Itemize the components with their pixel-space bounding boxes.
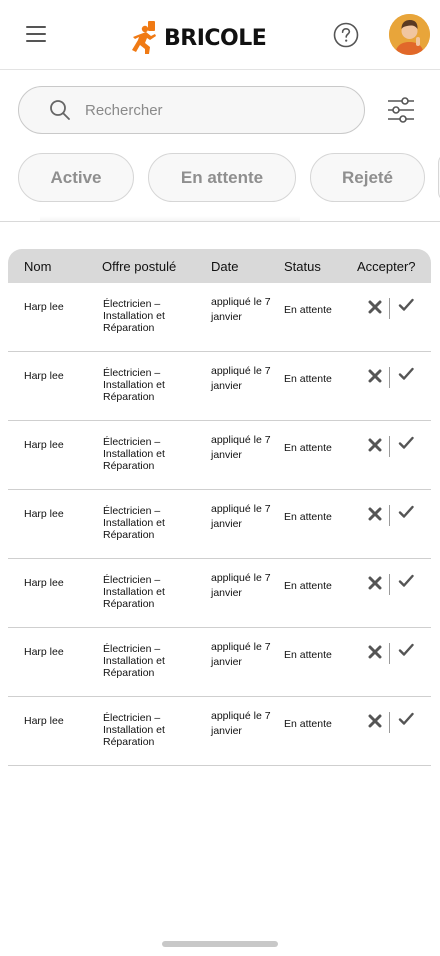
applicant-name: Harp lee (24, 577, 64, 589)
table-header: Nom Offre postulé Date Status Accepter? (8, 249, 431, 283)
accept-actions (366, 366, 418, 388)
x-icon[interactable] (368, 369, 382, 383)
applied-date: appliqué le 7 janvier (211, 641, 271, 668)
table-body: Harp lee Électricien – Installation et Ré… (8, 283, 431, 766)
applied-offer: Électricien – Installation et Réparation (103, 712, 165, 748)
action-separator (389, 436, 390, 457)
tab-en-attente[interactable]: En attente (148, 153, 296, 202)
x-icon[interactable] (368, 507, 382, 521)
app-header: BRICOLE (0, 0, 440, 70)
table-row: Harp lee Électricien – Installation et Ré… (8, 628, 431, 697)
checkmark-icon[interactable] (398, 435, 414, 451)
accept-actions (366, 711, 418, 733)
checkmark-icon[interactable] (398, 297, 414, 313)
applied-date: appliqué le 7 janvier (211, 296, 271, 323)
x-icon[interactable] (368, 300, 382, 314)
question-circle-icon[interactable] (333, 22, 359, 48)
applicant-name: Harp lee (24, 439, 64, 451)
applications-table: Nom Offre postulé Date Status Accepter? … (8, 249, 431, 766)
status-tabs: Active En attente Rejeté (0, 153, 440, 203)
brand-name: BRICOLE (164, 25, 267, 51)
applied-date: appliqué le 7 janvier (211, 710, 271, 737)
x-icon[interactable] (368, 714, 382, 728)
applied-offer: Électricien – Installation et Réparation (103, 505, 165, 541)
tab-rejete[interactable]: Rejeté (310, 153, 425, 202)
table-row: Harp lee Électricien – Installation et Ré… (8, 697, 431, 766)
checkmark-icon[interactable] (398, 366, 414, 382)
application-status: En attente (284, 304, 332, 316)
checkmark-icon[interactable] (398, 642, 414, 658)
action-separator (389, 643, 390, 664)
table-row: Harp lee Électricien – Installation et Ré… (8, 490, 431, 559)
table-row: Harp lee Électricien – Installation et Ré… (8, 559, 431, 628)
column-header-date: Date (211, 259, 239, 274)
applied-date: appliqué le 7 janvier (211, 572, 271, 599)
applied-offer: Électricien – Installation et Réparation (103, 574, 165, 610)
brand-logo[interactable]: BRICOLE (132, 20, 267, 56)
accept-actions (366, 435, 418, 457)
table-row: Harp lee Électricien – Installation et Ré… (8, 283, 431, 352)
action-separator (389, 298, 390, 319)
applied-date: appliqué le 7 janvier (211, 503, 271, 530)
applicant-name: Harp lee (24, 301, 64, 313)
action-separator (389, 712, 390, 733)
magnifier-icon (50, 100, 70, 120)
user-avatar[interactable] (389, 14, 430, 55)
action-separator (389, 574, 390, 595)
column-header-status: Status (284, 259, 321, 274)
checkmark-icon[interactable] (398, 711, 414, 727)
applicant-name: Harp lee (24, 370, 64, 382)
search-bar[interactable] (18, 86, 365, 134)
applied-date: appliqué le 7 janvier (211, 434, 271, 461)
applied-offer: Électricien – Installation et Réparation (103, 643, 165, 679)
accept-actions (366, 573, 418, 595)
search-input[interactable] (85, 101, 335, 119)
applicant-name: Harp lee (24, 715, 64, 727)
applicant-name: Harp lee (24, 646, 64, 658)
accept-actions (366, 504, 418, 526)
accept-actions (366, 297, 418, 319)
avatar-image (389, 14, 430, 55)
tabs-divider (0, 221, 440, 222)
checkmark-icon[interactable] (398, 504, 414, 520)
column-header-accepter: Accepter? (357, 259, 416, 274)
accept-actions (366, 642, 418, 664)
table-row: Harp lee Électricien – Installation et Ré… (8, 421, 431, 490)
action-separator (389, 367, 390, 388)
table-row: Harp lee Électricien – Installation et Ré… (8, 352, 431, 421)
checkmark-icon[interactable] (398, 573, 414, 589)
hamburger-menu-icon[interactable] (26, 26, 46, 42)
applied-offer: Électricien – Installation et Réparation (103, 298, 165, 334)
column-header-offre: Offre postulé (102, 259, 177, 274)
x-icon[interactable] (368, 438, 382, 452)
application-status: En attente (284, 442, 332, 454)
application-status: En attente (284, 649, 332, 661)
application-status: En attente (284, 373, 332, 385)
column-header-nom: Nom (24, 259, 52, 274)
action-separator (389, 505, 390, 526)
applied-offer: Électricien – Installation et Réparation (103, 436, 165, 472)
applied-date: appliqué le 7 janvier (211, 365, 271, 392)
sliders-icon[interactable] (386, 95, 416, 125)
home-indicator (162, 941, 278, 947)
application-status: En attente (284, 511, 332, 523)
x-icon[interactable] (368, 576, 382, 590)
x-icon[interactable] (368, 645, 382, 659)
runner-logo-icon (132, 21, 156, 54)
tab-active[interactable]: Active (18, 153, 134, 202)
applicant-name: Harp lee (24, 508, 64, 520)
applied-offer: Électricien – Installation et Réparation (103, 367, 165, 403)
application-status: En attente (284, 580, 332, 592)
application-status: En attente (284, 718, 332, 730)
